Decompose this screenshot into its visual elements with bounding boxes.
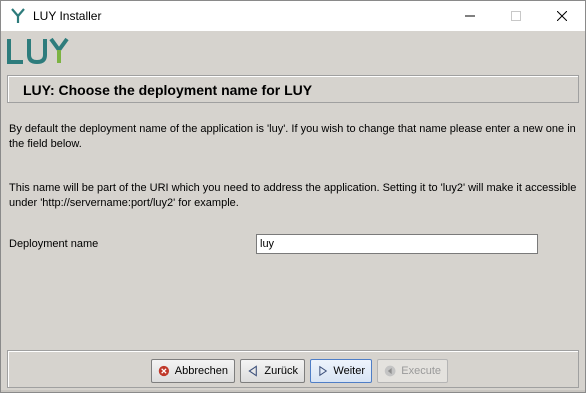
uri-paragraph: This name will be part of the URI which …	[9, 182, 577, 209]
logo-area	[1, 31, 585, 73]
next-label: Weiter	[333, 365, 365, 377]
arrow-right-icon	[319, 365, 328, 377]
maximize-button[interactable]	[493, 1, 539, 31]
close-button[interactable]	[539, 1, 585, 31]
status-strip	[1, 390, 585, 392]
cancel-label: Abbrechen	[174, 365, 228, 377]
back-label: Zurück	[264, 365, 298, 377]
deployment-name-label: Deployment name	[9, 238, 99, 250]
window-title: LUY Installer	[33, 9, 102, 23]
installer-window: LUY Installer LUY: Choose the deployment…	[0, 0, 586, 393]
minimize-button[interactable]	[447, 1, 493, 31]
execute-icon	[384, 365, 396, 377]
back-button[interactable]: Zurück	[240, 359, 305, 383]
cancel-button[interactable]: Abbrechen	[151, 359, 235, 383]
close-icon	[557, 11, 567, 21]
arrow-left-icon	[248, 365, 257, 377]
next-button[interactable]: Weiter	[310, 359, 372, 383]
execute-button[interactable]: Execute	[377, 359, 448, 383]
title-bar[interactable]: LUY Installer	[1, 1, 585, 31]
maximize-icon	[511, 11, 521, 21]
cancel-icon	[158, 365, 170, 377]
page-title: LUY: Choose the deployment name for LUY	[23, 82, 313, 98]
execute-label: Execute	[401, 365, 441, 377]
luy-logo	[7, 37, 69, 65]
minimize-icon	[465, 15, 475, 17]
page-header: LUY: Choose the deployment name for LUY	[7, 75, 579, 103]
luy-y-icon	[11, 8, 25, 23]
deployment-name-input[interactable]	[256, 234, 538, 254]
intro-paragraph: By default the deployment name of the ap…	[9, 123, 576, 150]
